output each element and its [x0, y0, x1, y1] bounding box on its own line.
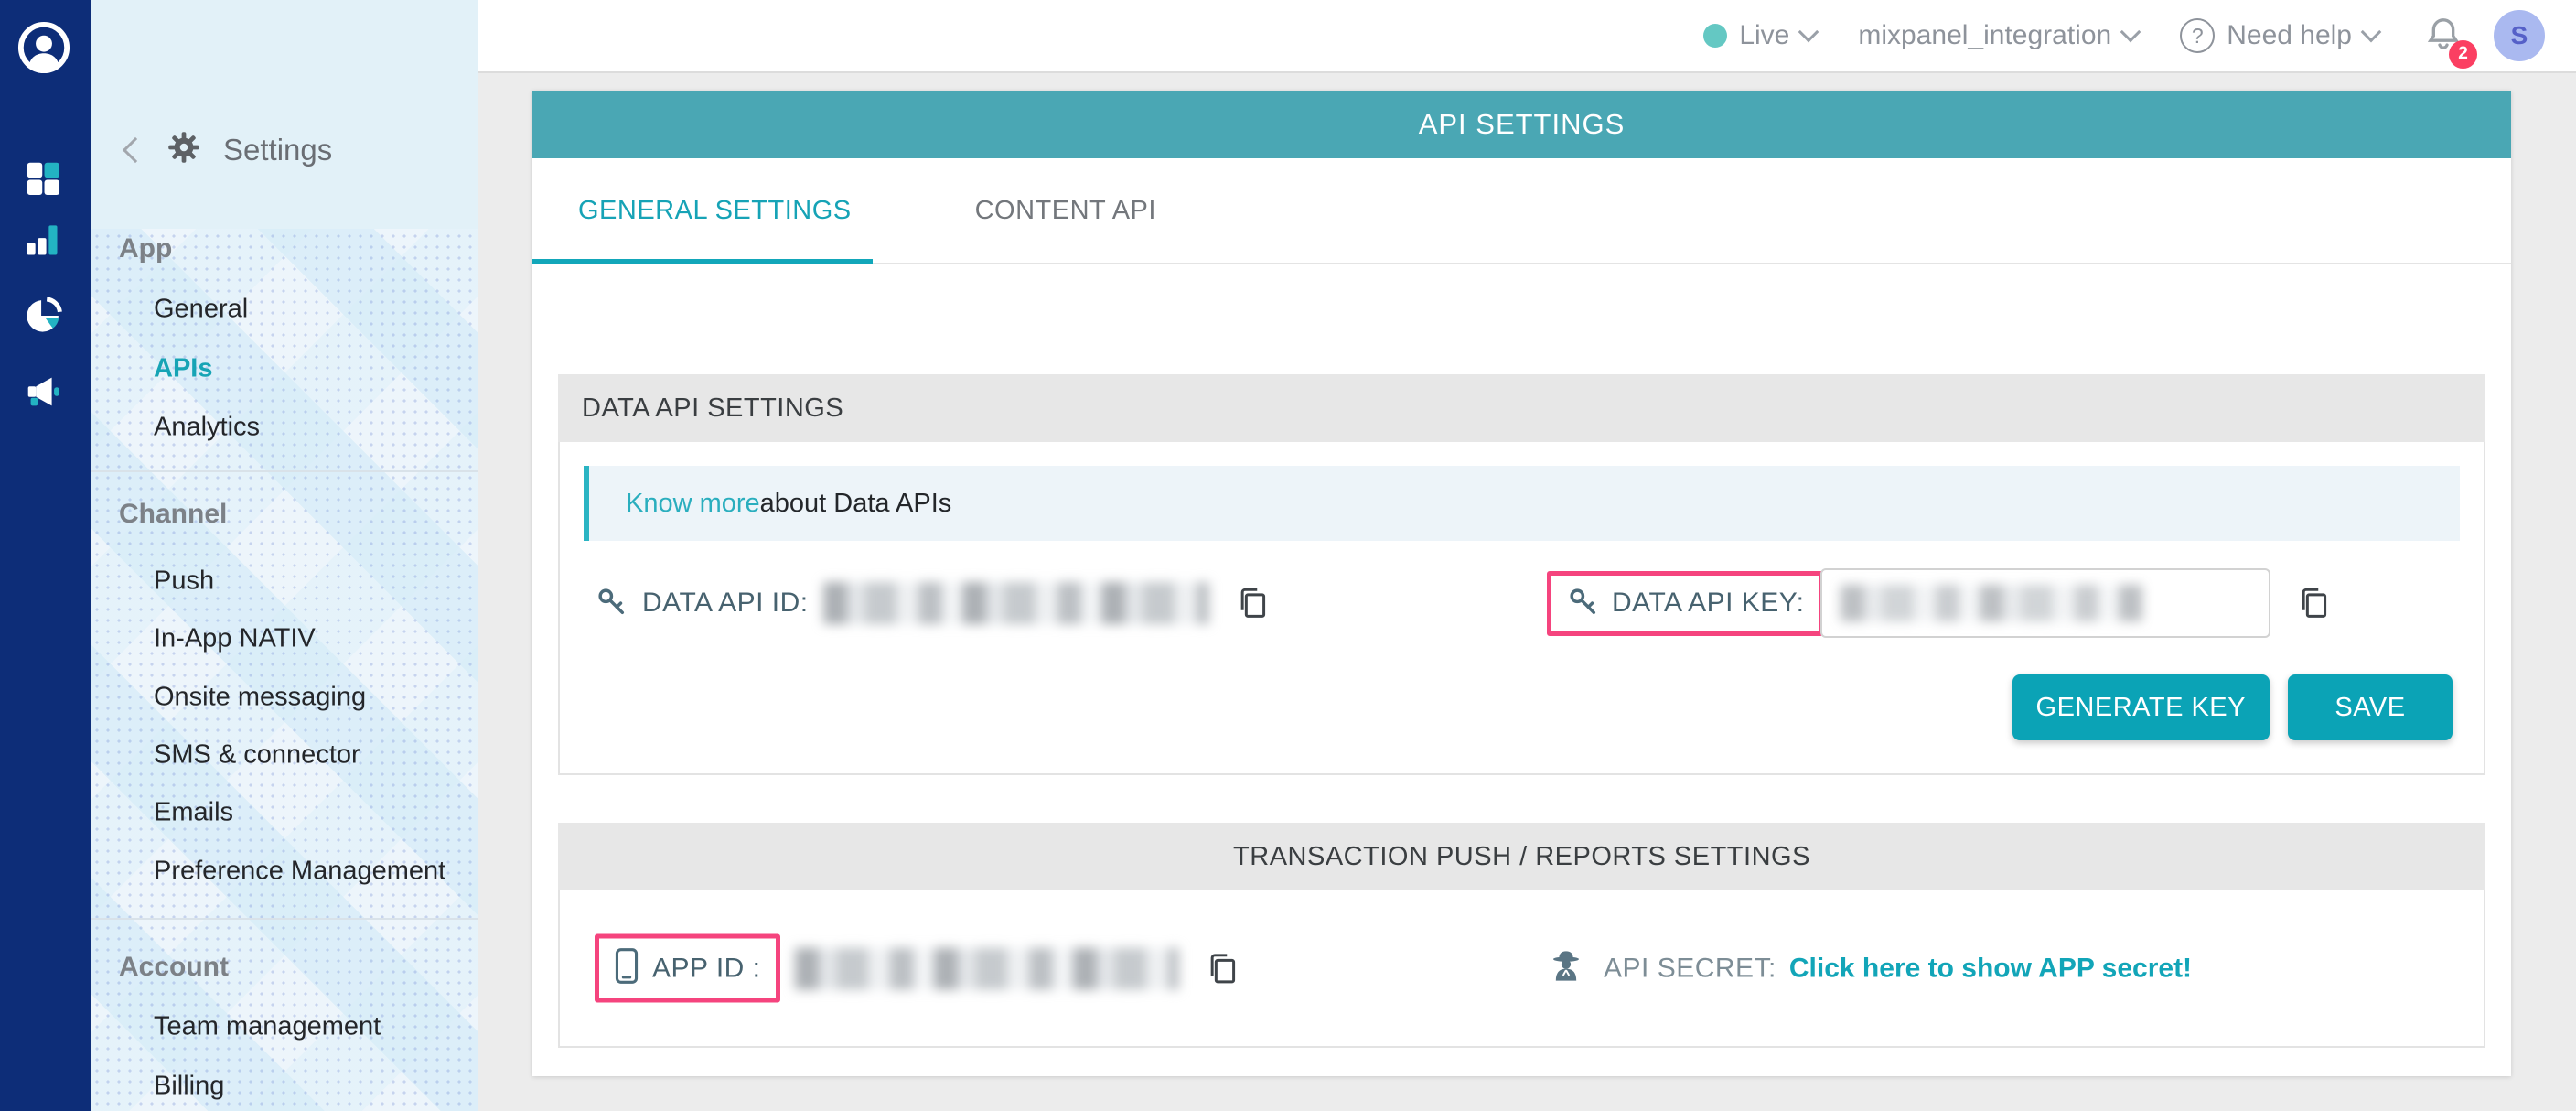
segments-pie-icon[interactable]	[22, 295, 64, 341]
copy-app-id-icon[interactable]	[1203, 949, 1241, 987]
chevron-down-icon	[2361, 22, 2382, 43]
campaigns-megaphone-icon[interactable]	[22, 371, 64, 417]
notification-count-badge: 2	[2449, 40, 2477, 69]
api-secret-row: API SECRET: Click here to show APP secre…	[1547, 947, 2192, 990]
project-dropdown[interactable]: mixpanel_integration	[1858, 20, 2138, 51]
chevron-down-icon	[1798, 22, 1819, 43]
project-name: mixpanel_integration	[1858, 20, 2111, 51]
data-api-settings-heading: DATA API SETTINGS	[558, 374, 2485, 442]
data-api-settings-section: DATA API SETTINGS Know more about Data A…	[558, 374, 2485, 775]
need-help-label: Need help	[2227, 20, 2352, 51]
sidebar-item-preference-management[interactable]: Preference Management	[154, 857, 445, 887]
app-id-label: APP ID :	[652, 953, 761, 984]
sidebar-header: Settings	[91, 0, 478, 229]
active-tab-underline	[532, 259, 873, 264]
data-api-key-redacted-value	[1841, 585, 2142, 621]
need-help-dropdown[interactable]: ? Need help	[2180, 18, 2378, 53]
top-bar: Live mixpanel_integration ? Need help 2 …	[478, 0, 2576, 73]
chevron-down-icon	[2120, 22, 2141, 43]
api-secret-label: API SECRET:	[1604, 953, 1776, 984]
api-settings-card: API SETTINGS GENERAL SETTINGS CONTENT AP…	[532, 91, 2511, 1076]
icon-rail	[0, 0, 91, 1111]
notifications-button[interactable]: 2	[2424, 15, 2463, 58]
know-more-link[interactable]: Know more	[626, 489, 760, 519]
page-title: API SETTINGS	[532, 91, 2511, 158]
data-api-key-input[interactable]	[1820, 568, 2270, 638]
know-more-banner: Know more about Data APIs	[584, 466, 2460, 541]
tab-content-api[interactable]: CONTENT API	[975, 196, 1156, 226]
data-api-key-label: DATA API KEY:	[1612, 588, 1804, 619]
app-id-redacted-value	[795, 947, 1179, 989]
sidebar-item-push[interactable]: Push	[154, 566, 214, 597]
sidebar-section-account: Account	[119, 952, 229, 983]
back-chevron-icon[interactable]	[123, 136, 148, 162]
transaction-push-section: TRANSACTION PUSH / REPORTS SETTINGS APP …	[558, 823, 2485, 1048]
show-app-secret-link[interactable]: Click here to show APP secret!	[1789, 953, 2192, 984]
sidebar-section-app: App	[119, 233, 172, 264]
sidebar-item-apis[interactable]: APIs	[154, 354, 212, 384]
copy-data-api-key-icon[interactable]	[2294, 584, 2333, 622]
sidebar-divider	[91, 918, 478, 920]
sidebar-section-channel: Channel	[119, 499, 227, 530]
sidebar-item-analytics[interactable]: Analytics	[154, 413, 260, 443]
brand-logo-icon[interactable]	[17, 21, 70, 79]
sidebar-item-billing[interactable]: Billing	[154, 1072, 224, 1102]
app-screen: Settings App General APIs Analytics Chan…	[0, 0, 2576, 1111]
sidebar-item-inapp-nativ[interactable]: In-App NATIV	[154, 624, 316, 654]
sidebar-item-emails[interactable]: Emails	[154, 798, 233, 828]
transaction-push-heading: TRANSACTION PUSH / REPORTS SETTINGS	[558, 823, 2485, 890]
smartphone-icon	[614, 948, 639, 989]
app-id-highlight-box: APP ID :	[595, 934, 780, 1003]
data-api-key-row: DATA API KEY:	[1547, 568, 2333, 638]
sidebar-divider	[91, 470, 478, 472]
data-api-id-row: DATA API ID:	[595, 582, 1272, 624]
copy-data-api-id-icon[interactable]	[1233, 584, 1272, 622]
environment-label: Live	[1739, 20, 1789, 51]
live-status-dot	[1703, 24, 1727, 48]
sidebar-item-sms-connector[interactable]: SMS & connector	[154, 740, 360, 771]
banner-text: about Data APIs	[760, 489, 952, 519]
dashboard-grid-icon[interactable]	[22, 157, 64, 204]
data-api-key-highlight-box: DATA API KEY:	[1547, 571, 1823, 636]
settings-sidebar: Settings App General APIs Analytics Chan…	[91, 0, 478, 1111]
analytics-bars-icon[interactable]	[22, 220, 62, 264]
generate-key-button[interactable]: GENERATE KEY	[2012, 674, 2270, 740]
app-id-row: APP ID :	[595, 934, 1241, 1003]
user-avatar[interactable]: S	[2494, 10, 2545, 61]
sidebar-item-general[interactable]: General	[154, 295, 248, 325]
gear-icon	[166, 130, 201, 169]
data-api-id-redacted-value	[823, 582, 1209, 624]
data-api-id-label: DATA API ID:	[642, 588, 809, 619]
sidebar-item-onsite-messaging[interactable]: Onsite messaging	[154, 683, 366, 713]
spy-secret-icon	[1547, 947, 1585, 990]
sidebar-title: Settings	[223, 133, 332, 167]
save-button[interactable]: SAVE	[2288, 674, 2453, 740]
sidebar-item-team-management[interactable]: Team management	[154, 1012, 381, 1042]
tab-general-settings[interactable]: GENERAL SETTINGS	[578, 196, 852, 226]
tab-bar: GENERAL SETTINGS CONTENT API	[532, 158, 2511, 264]
environment-dropdown[interactable]: Live	[1703, 20, 1816, 51]
key-icon	[595, 585, 628, 622]
help-question-icon: ?	[2180, 18, 2215, 53]
key-icon	[1566, 585, 1599, 622]
